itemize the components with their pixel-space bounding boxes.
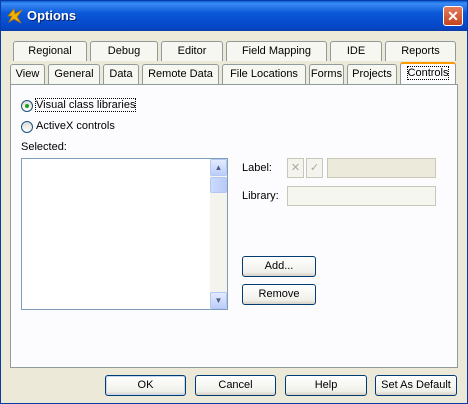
tab-forms[interactable]: Forms bbox=[309, 64, 344, 84]
tab-field-mapping[interactable]: Field Mapping bbox=[226, 41, 327, 61]
library-field-label: Library: bbox=[242, 190, 279, 202]
add-button-label: Add... bbox=[264, 260, 294, 272]
cancel-button[interactable]: Cancel bbox=[195, 375, 276, 396]
radio-selected-dot bbox=[25, 104, 29, 108]
ok-button[interactable]: OK bbox=[105, 375, 186, 396]
activex-controls-label[interactable]: ActiveX controls bbox=[36, 120, 115, 132]
clear-label-button[interactable]: ✕ bbox=[287, 158, 304, 178]
clear-icon: ✕ bbox=[290, 162, 301, 174]
tab-debug[interactable]: Debug bbox=[90, 41, 158, 61]
window-title: Options bbox=[27, 8, 77, 23]
tab-regional[interactable]: Regional bbox=[13, 41, 87, 61]
options-dialog: Options ✕ Regional Debug Editor Field Ma… bbox=[0, 0, 468, 404]
close-icon: ✕ bbox=[447, 8, 459, 24]
tab-remote-data[interactable]: Remote Data bbox=[142, 64, 219, 84]
visual-class-libraries-radio[interactable] bbox=[21, 100, 33, 112]
set-as-default-button[interactable]: Set As Default bbox=[375, 375, 457, 396]
scroll-down-button[interactable]: ▼ bbox=[210, 292, 227, 309]
scroll-down-icon: ▼ bbox=[214, 296, 223, 305]
set-as-default-button-label: Set As Default bbox=[381, 379, 451, 391]
tab-reports[interactable]: Reports bbox=[385, 41, 456, 61]
foxpro-icon bbox=[6, 7, 24, 25]
listbox-scrollbar[interactable]: ▲ ▼ bbox=[210, 159, 227, 309]
selected-listbox[interactable]: ▲ ▼ bbox=[21, 158, 228, 310]
check-icon: ✓ bbox=[309, 162, 320, 174]
close-button[interactable]: ✕ bbox=[443, 6, 463, 26]
label-field-label: Label: bbox=[242, 162, 272, 174]
label-input[interactable] bbox=[327, 158, 436, 178]
title-bar[interactable]: Options ✕ bbox=[1, 1, 467, 31]
add-button[interactable]: Add... bbox=[242, 256, 316, 277]
activex-controls-radio[interactable] bbox=[21, 121, 33, 133]
selected-label: Selected: bbox=[21, 141, 67, 153]
help-button-label: Help bbox=[314, 379, 338, 391]
tab-controls[interactable]: Controls bbox=[400, 62, 456, 84]
cancel-button-label: Cancel bbox=[218, 379, 253, 391]
tab-view[interactable]: View bbox=[10, 64, 45, 84]
scroll-thumb[interactable] bbox=[210, 177, 227, 193]
controls-tab-panel: Visual class libraries ActiveX controls … bbox=[10, 84, 458, 368]
library-input[interactable] bbox=[287, 186, 436, 206]
help-button[interactable]: Help bbox=[285, 375, 367, 396]
visual-class-libraries-label[interactable]: Visual class libraries bbox=[34, 98, 137, 112]
tab-editor[interactable]: Editor bbox=[161, 41, 223, 61]
scroll-up-button[interactable]: ▲ bbox=[210, 159, 227, 176]
tab-controls-label: Controls bbox=[406, 66, 450, 80]
tab-projects[interactable]: Projects bbox=[347, 64, 397, 84]
tab-ide[interactable]: IDE bbox=[330, 41, 382, 61]
ok-button-label: OK bbox=[137, 379, 154, 391]
accept-label-button[interactable]: ✓ bbox=[306, 158, 323, 178]
tab-file-locations[interactable]: File Locations bbox=[222, 64, 306, 84]
tab-general[interactable]: General bbox=[48, 64, 100, 84]
remove-button[interactable]: Remove bbox=[242, 284, 316, 305]
remove-button-label: Remove bbox=[258, 288, 300, 300]
scroll-up-icon: ▲ bbox=[214, 163, 223, 172]
tab-data[interactable]: Data bbox=[103, 64, 139, 84]
